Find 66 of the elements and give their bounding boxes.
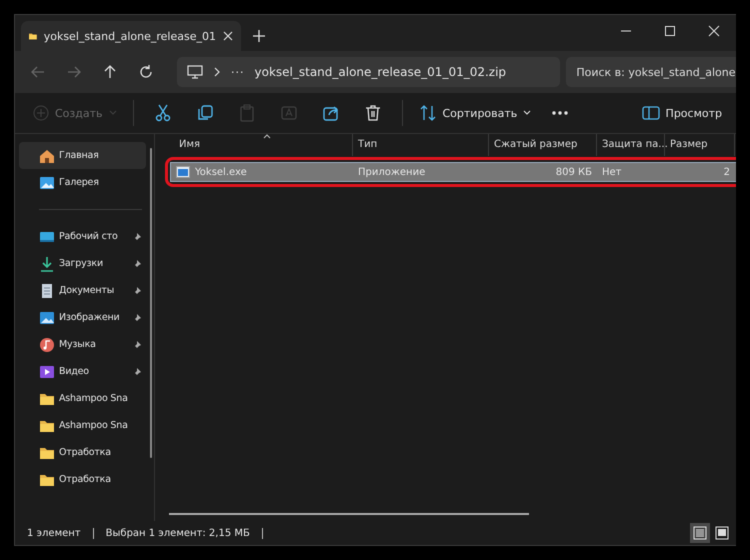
- search-field[interactable]: Поиск в: yoksel_stand_alone: [566, 57, 736, 87]
- new-tab-icon[interactable]: [253, 30, 265, 42]
- window-tab[interactable]: yoksel_stand_alone_release_01: [21, 21, 241, 51]
- column-header[interactable]: Сжатый размер: [489, 134, 597, 156]
- application-icon: [176, 166, 190, 178]
- table-cell: 809 КБ: [556, 166, 592, 178]
- up-arrow-icon[interactable]: [103, 65, 117, 79]
- more-icon: [551, 110, 570, 116]
- column-header[interactable]: Тип: [353, 134, 489, 156]
- file-row[interactable]: Yoksel.exe Приложение 809 КБ Нет 2: [170, 162, 736, 182]
- share-icon: [322, 104, 340, 122]
- sidebar-item[interactable]: Видео: [19, 358, 146, 385]
- clipboard-icon: [238, 104, 256, 122]
- chevron-icon: [213, 67, 221, 77]
- home-icon: [39, 148, 55, 164]
- sidebar-item[interactable]: Ashampoo Sna: [19, 412, 146, 439]
- sidebar-item[interactable]: Документы: [19, 277, 146, 304]
- sidebar-item[interactable]: Галерея: [19, 169, 146, 196]
- sidebar-item[interactable]: Рабочий сто: [19, 223, 146, 250]
- close-icon[interactable]: [708, 25, 720, 37]
- sidebar-item[interactable]: Отработка: [19, 466, 146, 493]
- maximize-icon[interactable]: [664, 25, 676, 37]
- list-icon: [693, 526, 707, 540]
- details-view-button[interactable]: [690, 523, 710, 543]
- sidebar-item[interactable]: Загрузки: [19, 250, 146, 277]
- scissors-icon: [154, 104, 172, 122]
- preview-button[interactable]: Просмотр: [636, 98, 728, 128]
- video-icon: [39, 364, 55, 380]
- column-header[interactable]: Размер: [665, 134, 735, 156]
- documents-icon: [39, 282, 55, 298]
- scrollbar[interactable]: [169, 513, 529, 515]
- sidebar-item[interactable]: Изображени: [19, 304, 146, 331]
- copy-icon: [196, 104, 214, 122]
- item-count: 1 элемент: [27, 528, 81, 538]
- path-text: yoksel_stand_alone_release_01_01_02.zip: [254, 65, 506, 79]
- downloads-icon: [39, 256, 55, 272]
- rename-icon: [280, 104, 298, 122]
- gallery-icon: [39, 174, 55, 190]
- table-cell: Приложение: [358, 166, 426, 178]
- table-cell: 2: [724, 166, 730, 178]
- pictures-icon: [39, 310, 55, 326]
- sidebar-item[interactable]: Ashampoo Sna: [19, 385, 146, 412]
- sort-caret-icon: [263, 134, 271, 139]
- tile-icon: [715, 526, 729, 540]
- path-ellipsis[interactable]: ···: [231, 66, 244, 78]
- selection-info: Выбран 1 элемент: 2,15 МБ: [106, 528, 250, 538]
- trash-icon: [364, 104, 382, 122]
- address-bar[interactable]: ··· yoksel_stand_alone_release_01_01_02.zip: [177, 57, 560, 87]
- sidebar-item[interactable]: Отработка: [19, 439, 146, 466]
- sidebar-item[interactable]: Музыка: [19, 331, 146, 358]
- column-header[interactable]: Имя: [163, 134, 353, 156]
- sort-arrows-icon: [418, 104, 436, 122]
- sort-button[interactable]: Сортировать: [412, 98, 538, 128]
- computer-icon: [187, 65, 203, 79]
- scrollbar[interactable]: [150, 148, 152, 458]
- plus-circle-icon: [33, 105, 49, 121]
- sidebar-item[interactable]: Главная: [19, 142, 146, 169]
- caret-icon: [523, 110, 532, 116]
- music-icon: [39, 336, 55, 352]
- table-cell: Нет: [602, 166, 622, 178]
- caret-icon: [108, 110, 116, 116]
- column-header[interactable]: Защита па...: [597, 134, 665, 156]
- panel-icon: [642, 106, 660, 120]
- close-tab-icon[interactable]: [223, 31, 233, 41]
- table-cell: Yoksel.exe: [195, 166, 247, 178]
- refresh-icon[interactable]: [139, 65, 153, 79]
